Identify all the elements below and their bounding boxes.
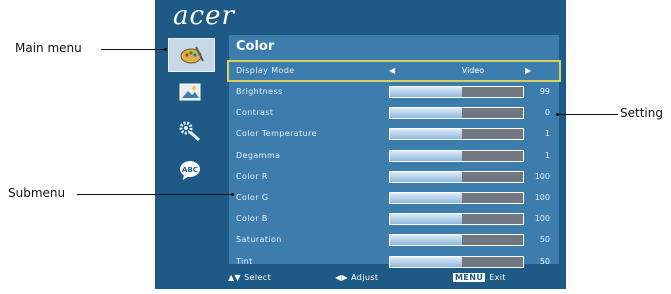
setting-label: Saturation bbox=[236, 235, 282, 245]
setting-value: 0 bbox=[544, 108, 550, 118]
callout-setting-line bbox=[558, 114, 618, 115]
svg-text:ABC: ABC bbox=[182, 166, 198, 174]
setting-slider-fill bbox=[390, 171, 462, 182]
select-hint-label: Select bbox=[244, 273, 272, 282]
setting-slider[interactable] bbox=[389, 213, 524, 226]
setting-slider[interactable] bbox=[389, 234, 524, 247]
main-menu-image[interactable] bbox=[169, 76, 211, 108]
setting-value: 99 bbox=[539, 87, 550, 96]
setting-row[interactable]: Contrast 0 bbox=[229, 104, 559, 122]
setting-value: 1 bbox=[544, 129, 550, 139]
setting-slider[interactable] bbox=[389, 128, 524, 141]
display-mode-label: Display Mode bbox=[236, 66, 295, 75]
setting-row[interactable]: Brightness 99 bbox=[229, 83, 559, 101]
setting-label: Color R bbox=[236, 171, 268, 181]
setting-slider-fill bbox=[390, 214, 462, 225]
callout-submenu: Submenu bbox=[8, 186, 66, 200]
arrow-right-icon[interactable]: ▶ bbox=[525, 66, 531, 75]
main-menu-sidebar: ABC bbox=[155, 35, 223, 264]
setting-slider-fill bbox=[390, 108, 462, 119]
setting-value: 100 bbox=[534, 171, 550, 181]
setting-label: Color Temperature bbox=[236, 129, 317, 139]
setting-slider-fill bbox=[390, 235, 462, 246]
menu-badge: MENU bbox=[453, 273, 486, 282]
setting-value: 1 bbox=[544, 150, 550, 160]
setting-value: 50 bbox=[539, 235, 550, 245]
setting-value: 100 bbox=[534, 193, 550, 202]
arrow-left-icon[interactable]: ◀ bbox=[389, 66, 395, 75]
select-hint: ▲▼ Select bbox=[228, 273, 271, 282]
setting-label: Contrast bbox=[236, 108, 274, 118]
callout-main-menu-dot bbox=[164, 48, 167, 51]
callout-main-menu-line bbox=[101, 49, 165, 50]
setting-row[interactable]: Color Temperature 1 bbox=[229, 125, 559, 143]
setting-slider[interactable] bbox=[389, 255, 524, 268]
setting-slider-fill bbox=[390, 87, 462, 97]
setting-value: 100 bbox=[534, 214, 550, 224]
callout-main-menu: Main menu bbox=[15, 41, 82, 55]
setting-row[interactable]: Color R 100 bbox=[229, 168, 559, 186]
callout-setting-dot bbox=[556, 113, 559, 116]
setting-slider[interactable] bbox=[389, 107, 524, 120]
callout-setting: Setting bbox=[620, 106, 663, 120]
setting-row[interactable]: Color G 100 bbox=[229, 189, 559, 207]
setting-row[interactable]: Saturation 50 bbox=[229, 231, 559, 249]
image-icon bbox=[179, 83, 201, 101]
setting-row[interactable]: Color B 100 bbox=[229, 210, 559, 228]
callout-submenu-dot bbox=[231, 193, 234, 196]
main-menu-settings[interactable] bbox=[169, 115, 211, 147]
language-abc-icon: ABC bbox=[180, 161, 200, 180]
setting-label: Brightness bbox=[236, 87, 283, 96]
left-right-arrows-icon: ◀▶ bbox=[335, 273, 352, 282]
setting-slider[interactable] bbox=[389, 86, 524, 98]
setting-row[interactable]: Degamma 1 bbox=[229, 147, 559, 165]
up-down-arrows-icon: ▲▼ bbox=[228, 273, 245, 282]
exit-hint: MENU Exit bbox=[453, 273, 506, 282]
setting-label: Color B bbox=[236, 214, 268, 224]
setting-slider-fill bbox=[390, 193, 462, 203]
menu-title: Color bbox=[236, 39, 275, 54]
settings-tools-icon bbox=[179, 121, 200, 142]
adjust-hint-label: Adjust bbox=[351, 273, 379, 282]
setting-label: Degamma bbox=[236, 150, 281, 160]
osd-footer: ▲▼ Select ◀▶ Adjust MENU Exit bbox=[155, 268, 566, 289]
setting-value: 50 bbox=[539, 256, 550, 266]
setting-label: Tint bbox=[236, 256, 253, 266]
display-mode-row[interactable]: Display Mode ◀ Video ▶ bbox=[227, 60, 561, 82]
setting-slider[interactable] bbox=[389, 149, 524, 162]
setting-slider[interactable] bbox=[389, 192, 524, 204]
acer-logo: acer bbox=[173, 1, 235, 31]
setting-label: Color G bbox=[236, 193, 269, 202]
callout-submenu-line bbox=[77, 194, 232, 195]
exit-hint-label: Exit bbox=[489, 273, 506, 282]
setting-slider[interactable] bbox=[389, 170, 524, 183]
setting-slider-fill bbox=[390, 129, 462, 140]
adjust-hint: ◀▶ Adjust bbox=[335, 273, 378, 282]
display-mode-value: Video bbox=[461, 66, 485, 75]
main-menu-language[interactable]: ABC bbox=[169, 154, 211, 186]
main-menu-color[interactable] bbox=[168, 38, 215, 72]
setting-slider-fill bbox=[390, 150, 462, 161]
setting-slider-fill bbox=[390, 256, 462, 267]
color-palette-icon bbox=[180, 46, 204, 64]
